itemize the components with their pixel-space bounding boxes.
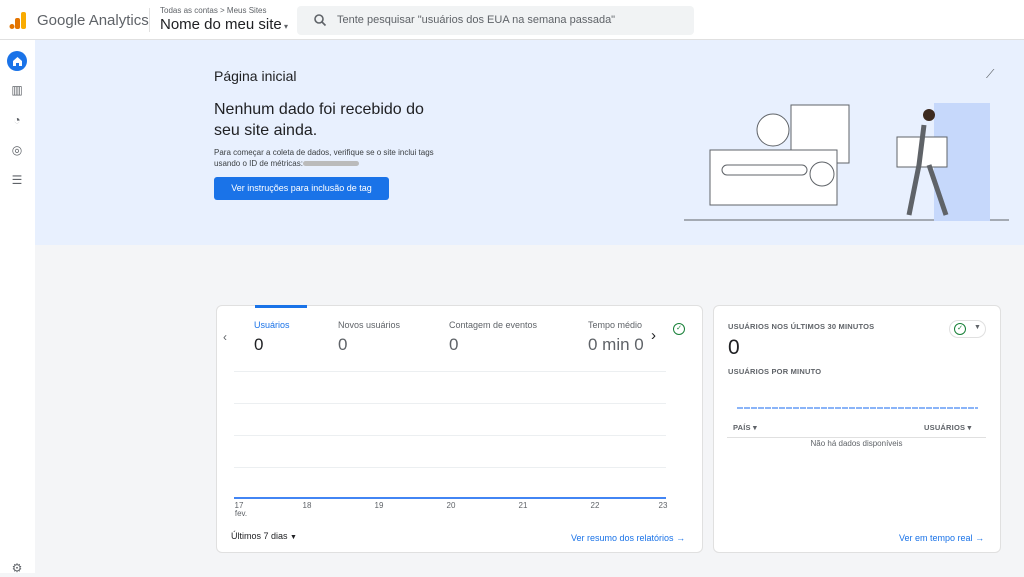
metric-users-value: 0 <box>254 335 264 354</box>
search-input[interactable]: Tente pesquisar "usuários dos EUA na sem… <box>297 6 694 35</box>
blurred-id <box>302 161 359 167</box>
x-label: 18 <box>302 501 312 510</box>
x-label: 20 <box>446 501 456 510</box>
x-label: 22 <box>590 501 600 510</box>
no-data-description: Para começar a coleta de dados, verifiqu… <box>214 147 454 169</box>
advertising-icon[interactable]: ◎ <box>8 141 26 159</box>
configure-icon[interactable]: ☰ <box>8 171 26 189</box>
settings-icon[interactable]: ⚙ <box>8 559 26 577</box>
date-range-label: Últimos 7 dias <box>231 531 288 541</box>
x-label: 23 <box>658 501 668 510</box>
gridline <box>234 371 666 372</box>
gridline <box>234 403 666 404</box>
tag-instructions-button[interactable]: Ver instruções para inclusão de tag <box>214 177 389 200</box>
empty-state: Não há dados disponíveis <box>810 439 903 448</box>
view-reports-link[interactable]: Ver resumo dos relatórios → <box>571 533 685 543</box>
x-label: 19 <box>374 501 384 510</box>
chevron-down-icon: ▾ <box>281 22 288 31</box>
no-data-heading: Nenhum dado foi recebido do seu site ain… <box>214 101 424 139</box>
chevron-down-icon: ▼ <box>974 324 981 331</box>
prev-arrow-icon[interactable]: ‹ <box>223 330 227 344</box>
per-minute-bars <box>737 407 978 409</box>
metric-events-label[interactable]: Contagem de eventos <box>449 320 537 330</box>
property-name: Nome do meu site <box>160 16 282 33</box>
home-icon[interactable] <box>7 51 27 71</box>
check-icon: ✓ <box>673 323 685 335</box>
page-title: Página inicial <box>214 68 297 84</box>
country-label: PAÍS <box>733 423 751 432</box>
x-label: 21 <box>518 501 528 510</box>
search-icon <box>314 14 327 27</box>
series-line <box>234 497 666 499</box>
chevron-down-icon: ▼ <box>290 534 297 541</box>
breadcrumb[interactable]: Todas as contas > Meus Sites <box>160 6 267 15</box>
insights-icon[interactable]: ⟋ <box>986 67 994 82</box>
x-month-label: fev. <box>234 509 248 518</box>
arrow-right-icon: → <box>975 533 985 543</box>
view-reports-label: Ver resumo dos relatórios <box>571 533 674 543</box>
explore-icon[interactable]: ◔ <box>8 111 26 129</box>
analytics-logo-icon <box>9 12 26 29</box>
next-arrow-icon[interactable]: › <box>651 327 656 344</box>
metric-new-users-label[interactable]: Novos usuários <box>338 320 400 330</box>
realtime-title: USUÁRIOS NOS ÚLTIMOS 30 MINUTOS <box>728 322 875 331</box>
gridline <box>234 467 666 468</box>
reports-icon[interactable]: ▥ <box>8 81 26 99</box>
country-column-header[interactable]: PAÍS ▾ <box>733 423 757 432</box>
realtime-filter-button[interactable]: ✓ ▼ <box>949 320 986 338</box>
metric-new-users-value: 0 <box>338 335 348 354</box>
users-column-header[interactable]: USUÁRIOS ▾ <box>924 423 971 432</box>
metric-events-value: 0 <box>449 335 459 354</box>
users-label: USUÁRIOS <box>924 423 966 432</box>
check-icon: ✓ <box>954 323 966 335</box>
sidebar: ▥ ◔ ◎ ☰ ⚙ <box>0 40 35 575</box>
arrow-right-icon: → <box>676 533 686 543</box>
table-divider <box>727 437 986 438</box>
metric-time-value: 0 min 0 <box>588 335 644 354</box>
date-range-selector[interactable]: Últimos 7 dias ▼ <box>231 531 297 541</box>
search-placeholder: Tente pesquisar "usuários dos EUA na sem… <box>337 14 616 26</box>
gridline <box>234 435 666 436</box>
top-bar: Google Analytics Todas as contas > Meus … <box>0 0 1024 40</box>
metric-users-label[interactable]: Usuários <box>254 320 290 330</box>
view-realtime-label: Ver em tempo real <box>899 533 973 543</box>
realtime-value: 0 <box>728 336 740 359</box>
active-tab-indicator <box>255 305 307 308</box>
view-realtime-link[interactable]: Ver em tempo real → <box>899 533 984 543</box>
divider <box>149 8 150 32</box>
metric-time-label[interactable]: Tempo médio <box>588 320 642 330</box>
illustration <box>684 103 1009 221</box>
per-minute-label: USUÁRIOS POR MINUTO <box>728 367 822 376</box>
property-selector[interactable]: Nome do meu site ▾ <box>160 16 288 33</box>
brand-name: Google Analytics <box>37 12 149 29</box>
